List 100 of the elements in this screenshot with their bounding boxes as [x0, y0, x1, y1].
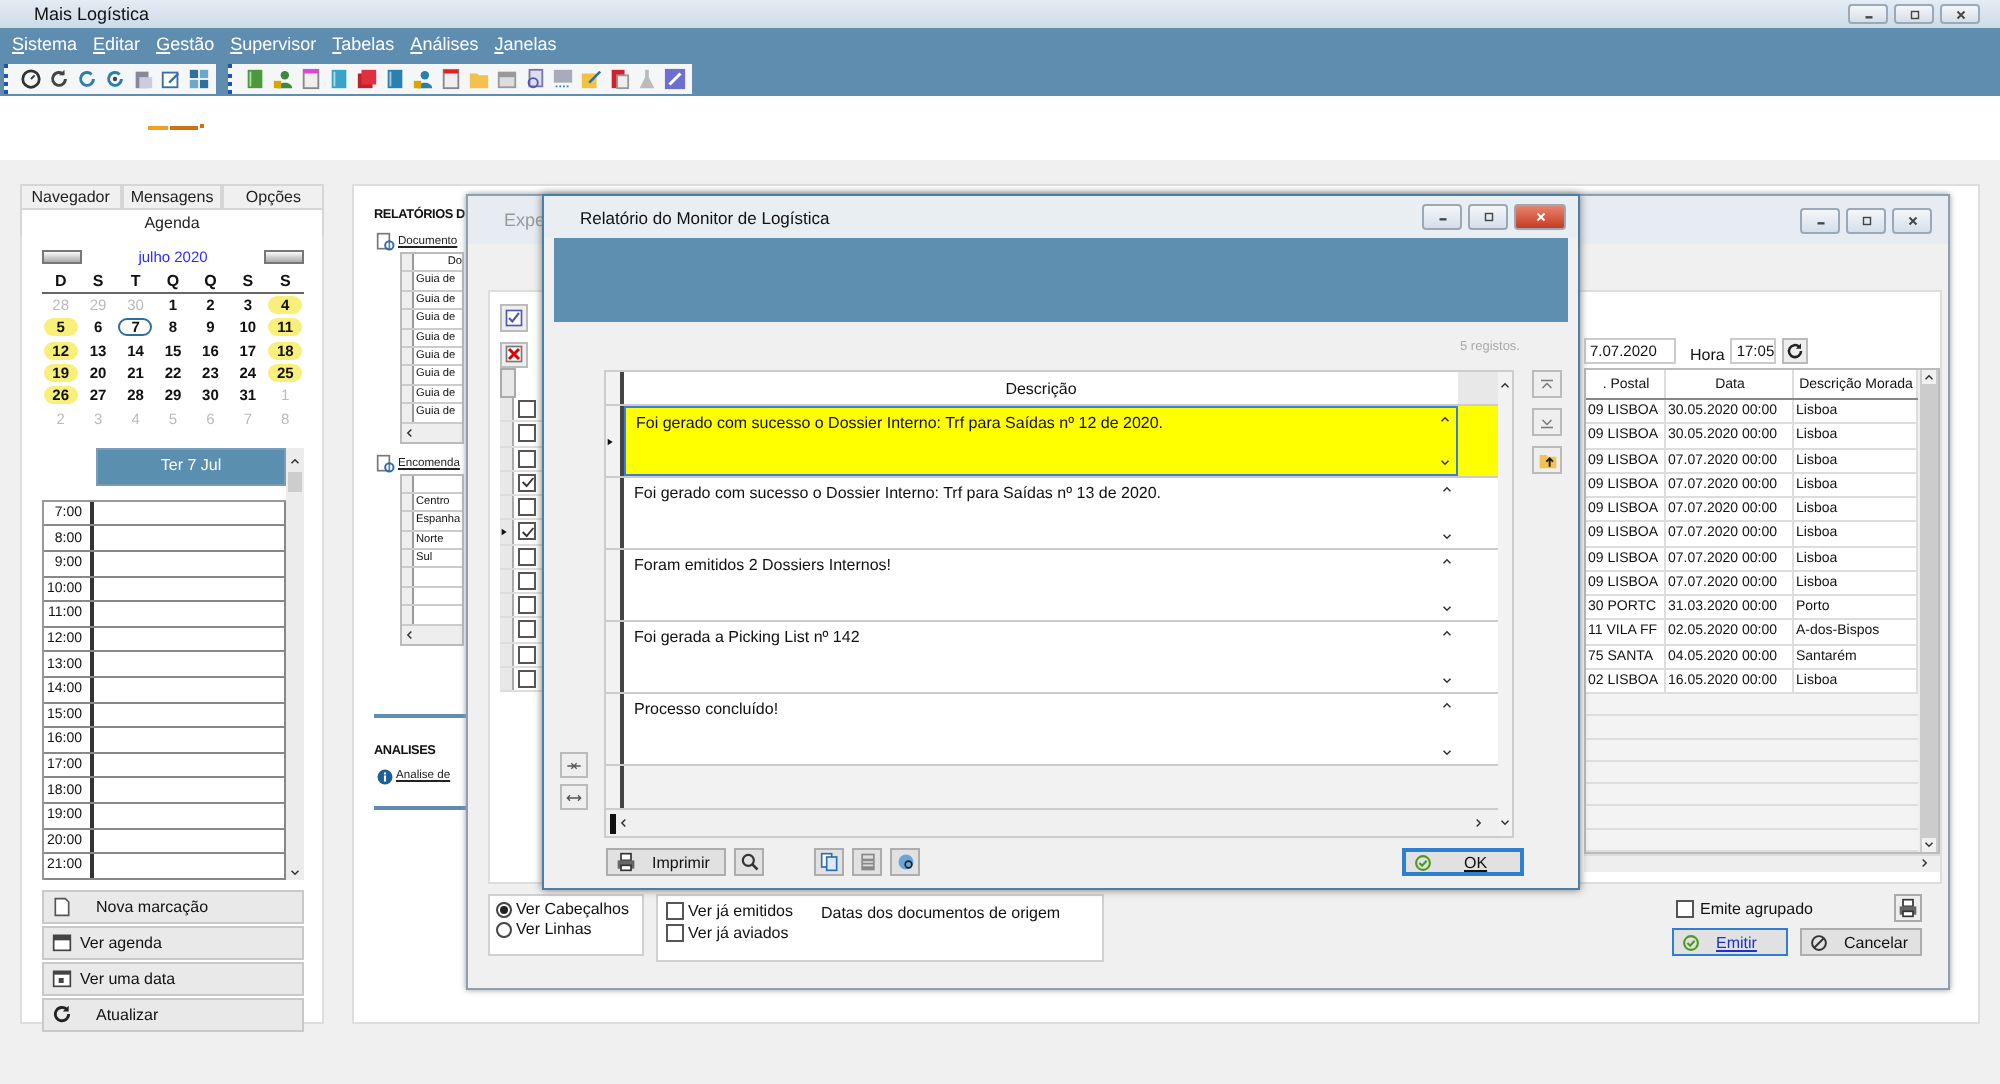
menu-item[interactable]: Supervisor: [230, 34, 317, 54]
radio-button[interactable]: [496, 921, 512, 937]
scrollbar[interactable]: [606, 808, 1498, 836]
check-circle-icon: [1682, 933, 1700, 951]
ok-button[interactable]: OK: [1402, 848, 1524, 876]
action-button[interactable]: Atualizar: [42, 997, 304, 1032]
row-checkbox[interactable]: [518, 473, 536, 492]
row-checkbox[interactable]: [518, 424, 536, 443]
menu-item[interactable]: Editar: [93, 34, 141, 54]
clear-selection-button[interactable]: [500, 341, 528, 368]
refresh-icon[interactable]: [48, 67, 70, 89]
previous-month-button[interactable]: [42, 249, 82, 263]
move-top-button[interactable]: [1532, 370, 1562, 398]
window-title: Mais Logística: [34, 4, 150, 24]
refresh-icon[interactable]: [76, 67, 98, 89]
refresh-icon[interactable]: [104, 67, 126, 89]
action-button[interactable]: Nova marcação: [42, 889, 304, 924]
scrollbar[interactable]: [1584, 854, 1940, 873]
document-icon[interactable]: [524, 67, 546, 89]
print-button[interactable]: [1894, 894, 1922, 922]
checkbox-label: Ver já emitidos: [688, 902, 793, 920]
menu-item[interactable]: Sistema: [12, 34, 78, 54]
maximize-button[interactable]: [1894, 4, 1934, 24]
tab[interactable]: Opções: [222, 184, 325, 208]
row-checkbox[interactable]: [518, 620, 536, 639]
gauge-icon[interactable]: [20, 67, 42, 89]
move-bottom-button[interactable]: [1532, 408, 1562, 436]
row-checkbox[interactable]: [518, 669, 536, 688]
checkbox[interactable]: [666, 924, 684, 942]
action-button[interactable]: Ver uma data: [42, 961, 304, 996]
next-month-button[interactable]: [264, 249, 304, 263]
calculator-icon: [857, 852, 877, 872]
book-icon[interactable]: [384, 67, 406, 89]
document-icon: [52, 895, 72, 918]
cancel-button[interactable]: Cancelar: [1800, 928, 1922, 956]
chevron-up-icon: [288, 453, 302, 468]
radio-button[interactable]: [496, 901, 512, 917]
menu-item[interactable]: Gestão: [156, 34, 215, 54]
chevron-down-icon: [1440, 746, 1454, 760]
person-icon[interactable]: [412, 67, 434, 89]
calendar-icon[interactable]: [496, 67, 518, 89]
chevron-up-icon: [1440, 698, 1454, 712]
menu-item[interactable]: Tabelas: [332, 34, 395, 54]
search-button[interactable]: [734, 848, 764, 876]
emit-button[interactable]: Emitir: [1672, 928, 1788, 956]
tab[interactable]: Agenda: [20, 208, 324, 236]
maximize-button[interactable]: [1846, 207, 1886, 233]
message-text: Foi gerado com sucesso o Dossier Interno: Trf para Saídas nº 13 de 2020.: [632, 482, 1164, 506]
menu-item[interactable]: Análises: [410, 34, 479, 54]
scrollbar[interactable]: [286, 447, 304, 880]
row-checkbox[interactable]: [518, 498, 536, 517]
book-icon[interactable]: [328, 67, 350, 89]
scrollbar-thumb[interactable]: [288, 471, 302, 492]
close-button[interactable]: [1514, 204, 1566, 230]
preview-button[interactable]: [890, 848, 920, 876]
maximize-button[interactable]: [1468, 204, 1508, 230]
document-icon[interactable]: [440, 67, 462, 89]
tab[interactable]: Mensagens: [121, 184, 223, 208]
row-checkbox[interactable]: [518, 522, 536, 541]
menu-item[interactable]: Janelas: [494, 34, 557, 54]
checkbox[interactable]: [1676, 899, 1694, 917]
row-checkbox[interactable]: [518, 596, 536, 615]
edit-icon[interactable]: [160, 67, 182, 89]
document-icon[interactable]: [608, 67, 630, 89]
grid-icon[interactable]: [188, 67, 210, 89]
tab[interactable]: Navegador: [20, 184, 122, 208]
close-button[interactable]: [1940, 4, 1980, 24]
group-label: Datas dos documentos de origem: [820, 904, 1061, 926]
chevron-up-icon: [1498, 378, 1512, 392]
document-icon[interactable]: [300, 67, 322, 89]
weekday-label: T: [128, 272, 143, 290]
pen-icon[interactable]: [664, 67, 686, 89]
table-cell: [1458, 694, 1498, 764]
export-button[interactable]: [1532, 446, 1562, 474]
note-icon[interactable]: [580, 67, 602, 89]
print-button[interactable]: Imprimir: [606, 848, 726, 876]
message-text: Foi gerada a Picking List nº 142: [632, 626, 862, 650]
folders-icon[interactable]: [356, 67, 378, 89]
chevron-left-icon: [616, 816, 630, 830]
printer-icon: [1898, 898, 1918, 918]
row-checkbox[interactable]: [518, 449, 536, 468]
expand-button[interactable]: [560, 784, 588, 810]
book-icon[interactable]: [244, 67, 266, 89]
chevron-down-icon: [1440, 602, 1454, 616]
close-icon: [504, 344, 524, 365]
select-all-button[interactable]: [500, 304, 528, 331]
row-pointer-icon: [606, 435, 616, 447]
action-button[interactable]: Ver agenda: [42, 925, 304, 960]
column-header[interactable]: Descrição: [624, 372, 1458, 404]
search-icon: [739, 852, 759, 872]
person-icon[interactable]: [272, 67, 294, 89]
row-checkbox[interactable]: [518, 645, 536, 664]
row-checkbox[interactable]: [518, 571, 536, 590]
row-checkbox[interactable]: [518, 547, 536, 566]
copy-button[interactable]: [814, 848, 844, 876]
close-button[interactable]: [1892, 207, 1932, 233]
row-checkbox[interactable]: [518, 400, 536, 419]
collapse-button[interactable]: [560, 752, 588, 778]
refresh-button[interactable]: [1782, 338, 1809, 364]
checkbox[interactable]: [666, 902, 684, 920]
